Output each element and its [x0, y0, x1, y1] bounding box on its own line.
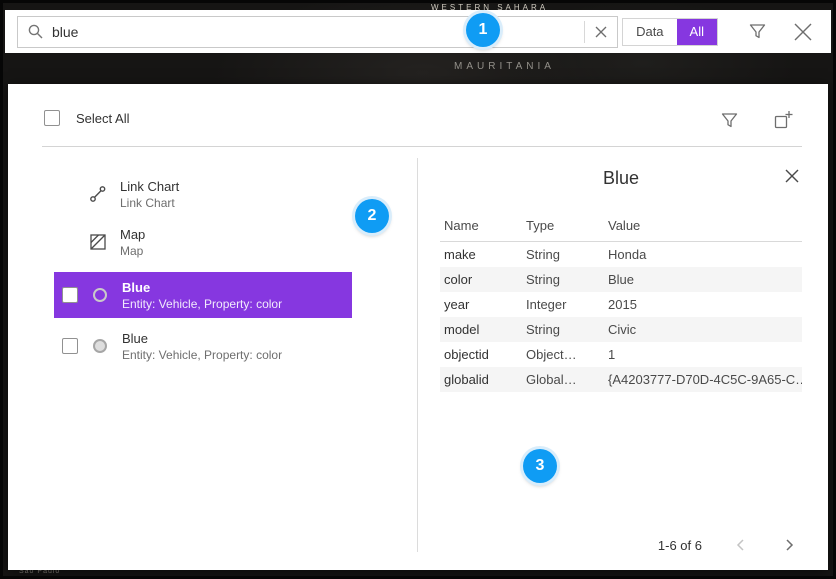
cell-value: 2015 — [604, 292, 802, 317]
table-row: objectid Object… 1 — [440, 342, 802, 367]
result-checkbox[interactable] — [62, 287, 78, 303]
cell-name: color — [440, 267, 522, 292]
cell-value: Honda — [604, 242, 802, 268]
close-search-button[interactable] — [789, 18, 817, 46]
table-row: model String Civic — [440, 317, 802, 342]
cell-type: Object… — [522, 342, 604, 367]
result-subtitle: Entity: Vehicle, Property: color — [122, 348, 282, 362]
search-box — [17, 16, 618, 48]
panel-divider — [417, 158, 418, 552]
result-subtitle: Map — [120, 244, 145, 258]
cell-name: year — [440, 292, 522, 317]
col-header-value: Value — [604, 210, 802, 242]
map-icon — [88, 233, 108, 251]
results-list: Link Chart Link Chart Map Map Blue En — [54, 170, 352, 370]
cell-type: String — [522, 267, 604, 292]
result-subtitle: Entity: Vehicle, Property: color — [122, 297, 282, 311]
search-input[interactable] — [52, 24, 584, 40]
cell-type: String — [522, 317, 604, 342]
cell-name: globalid — [440, 367, 522, 392]
add-to-link-chart-button[interactable] — [769, 106, 798, 135]
cell-type: Integer — [522, 292, 604, 317]
cell-name: make — [440, 242, 522, 268]
cell-type: String — [522, 242, 604, 268]
search-results-panel: Select All Link Chart Link Chart — [8, 84, 828, 570]
result-title: Blue — [122, 280, 282, 295]
cell-value: Civic — [604, 317, 802, 342]
result-item-blue-selected[interactable]: Blue Entity: Vehicle, Property: color — [54, 272, 352, 318]
filter-button[interactable] — [744, 18, 771, 45]
page-range-label: 1-6 of 6 — [658, 538, 702, 553]
attribute-table: Name Type Value make String Honda color … — [440, 210, 802, 392]
close-detail-button[interactable] — [780, 164, 804, 188]
result-title: Map — [120, 227, 145, 242]
result-subtitle: Link Chart — [120, 196, 179, 210]
col-header-name: Name — [440, 210, 522, 242]
table-row: year Integer 2015 — [440, 292, 802, 317]
detail-panel: Blue Name Type Value make S — [440, 158, 802, 392]
result-item-map[interactable]: Map Map — [54, 218, 352, 266]
pagination: 1-6 of 6 — [658, 536, 798, 554]
result-text: Blue Entity: Vehicle, Property: color — [122, 280, 282, 311]
results-filter-button[interactable] — [716, 106, 743, 135]
cell-name: model — [440, 317, 522, 342]
select-all-checkbox[interactable] — [44, 110, 60, 126]
cell-name: objectid — [440, 342, 522, 367]
annotation-badge-2: 2 — [355, 199, 389, 233]
table-header-row: Name Type Value — [440, 210, 802, 242]
result-item-link-chart[interactable]: Link Chart Link Chart — [54, 170, 352, 218]
cell-value: {A4203777-D70D-4C5C-9A65-C… — [604, 367, 802, 392]
table-row: make String Honda — [440, 242, 802, 268]
select-all-label: Select All — [76, 111, 129, 126]
result-text: Blue Entity: Vehicle, Property: color — [122, 331, 282, 362]
scope-data-button[interactable]: Data — [623, 19, 676, 45]
table-row: globalid Global… {A4203777-D70D-4C5C-9A6… — [440, 367, 802, 392]
entity-icon — [90, 288, 110, 302]
result-item-blue[interactable]: Blue Entity: Vehicle, Property: color — [54, 322, 352, 370]
result-checkbox[interactable] — [62, 338, 78, 354]
col-header-type: Type — [522, 210, 604, 242]
result-text: Link Chart Link Chart — [120, 179, 179, 210]
search-bar: Data All — [5, 10, 831, 53]
map-label-mauritania: MAURITANIA — [454, 61, 555, 72]
panel-header-actions — [716, 106, 798, 135]
entity-icon — [90, 339, 110, 353]
search-scope-toggle: Data All — [622, 18, 718, 46]
cell-value: Blue — [604, 267, 802, 292]
result-title: Blue — [122, 331, 282, 346]
cell-type: Global… — [522, 367, 604, 392]
scope-all-button[interactable]: All — [677, 19, 717, 45]
app-window: WESTERN SAHARA MAURITANIA São Paulo Data… — [0, 0, 836, 579]
select-all-row: Select All — [44, 110, 129, 126]
header-divider — [42, 146, 802, 147]
annotation-badge-1: 1 — [466, 13, 500, 47]
chevron-right-icon[interactable] — [780, 536, 798, 554]
result-text: Map Map — [120, 227, 145, 258]
link-chart-icon — [88, 185, 108, 203]
result-title: Link Chart — [120, 179, 179, 194]
chevron-left-icon[interactable] — [732, 536, 750, 554]
table-row: color String Blue — [440, 267, 802, 292]
annotation-badge-3: 3 — [523, 449, 557, 483]
clear-search-button[interactable] — [585, 17, 617, 47]
detail-title: Blue — [440, 164, 802, 192]
cell-value: 1 — [604, 342, 802, 367]
detail-header: Blue — [440, 164, 802, 202]
search-icon — [18, 23, 52, 40]
